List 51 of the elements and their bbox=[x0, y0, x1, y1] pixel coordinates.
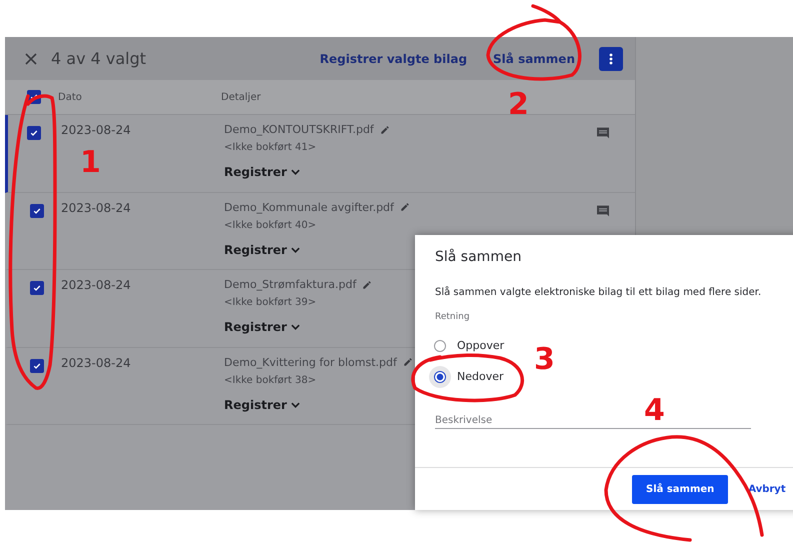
annotation-number: 1 bbox=[80, 148, 101, 178]
cancel-button[interactable]: Avbryt bbox=[748, 484, 786, 494]
header-action-link[interactable]: Registrer valgte bilag bbox=[314, 52, 474, 66]
register-dropdown[interactable]: Registrer bbox=[224, 165, 300, 179]
header-action-link[interactable]: Slå sammen bbox=[487, 52, 581, 66]
column-header: Detaljer bbox=[221, 92, 262, 102]
close-icon[interactable] bbox=[25, 52, 37, 64]
file-name: Demo_Kommunale avgifter.pdf bbox=[224, 200, 394, 214]
radio-label[interactable]: Nedover bbox=[457, 370, 504, 383]
register-dropdown[interactable]: Registrer bbox=[224, 320, 300, 334]
selection-count: 4 av 4 valgt bbox=[51, 49, 148, 68]
checkmark-icon bbox=[33, 206, 41, 214]
more-icon bbox=[609, 52, 613, 64]
register-dropdown[interactable]: Registrer bbox=[224, 242, 300, 256]
date-text: 2023-08-24 bbox=[61, 123, 132, 137]
column-header: Dato bbox=[58, 92, 83, 102]
status-text: <Ikke bokført 40> bbox=[224, 220, 316, 230]
group-label: Retning bbox=[435, 312, 471, 322]
annotation-number: 3 bbox=[534, 345, 555, 375]
comment-icon[interactable] bbox=[595, 125, 611, 141]
pencil-icon[interactable] bbox=[400, 202, 410, 212]
checkmark-icon bbox=[30, 93, 38, 101]
chevron-down-icon bbox=[290, 402, 300, 408]
file-name: Demo_Strømfaktura.pdf bbox=[224, 278, 356, 291]
date-text: 2023-08-24 bbox=[61, 200, 132, 214]
comment-icon[interactable] bbox=[595, 202, 611, 218]
date-text: 2023-08-24 bbox=[61, 356, 132, 370]
status-text: <Ikke bokført 38> bbox=[224, 374, 316, 386]
checkmark-icon bbox=[33, 284, 41, 292]
status-text: <Ikke bokført 41> bbox=[224, 142, 316, 153]
more-button[interactable] bbox=[599, 46, 623, 70]
row-checkbox[interactable] bbox=[30, 281, 44, 295]
pencil-icon[interactable] bbox=[402, 357, 413, 367]
file-name: Demo_Kvittering for blomst.pdf bbox=[224, 356, 397, 368]
file-name: Demo_KONTOUTSKRIFT.pdf bbox=[224, 123, 374, 136]
row-checkbox[interactable] bbox=[30, 204, 44, 218]
pencil-icon[interactable] bbox=[380, 124, 390, 134]
status-text: <Ikke bokført 39> bbox=[224, 297, 316, 308]
dialog-title: Slå sammen bbox=[435, 249, 522, 265]
row-checkbox[interactable] bbox=[27, 126, 41, 140]
row-checkbox[interactable] bbox=[30, 358, 44, 372]
chevron-down-icon bbox=[290, 169, 300, 175]
checkmark-icon bbox=[33, 362, 41, 370]
merge-button[interactable]: Slå sammen bbox=[632, 474, 728, 504]
chevron-down-icon bbox=[290, 246, 300, 252]
register-dropdown[interactable]: Registrer bbox=[224, 398, 300, 412]
pencil-icon[interactable] bbox=[362, 280, 372, 290]
radio-button[interactable] bbox=[434, 340, 446, 352]
checkmark-icon bbox=[30, 129, 38, 137]
chevron-down-icon bbox=[290, 324, 300, 330]
date-text: 2023-08-24 bbox=[61, 278, 132, 292]
